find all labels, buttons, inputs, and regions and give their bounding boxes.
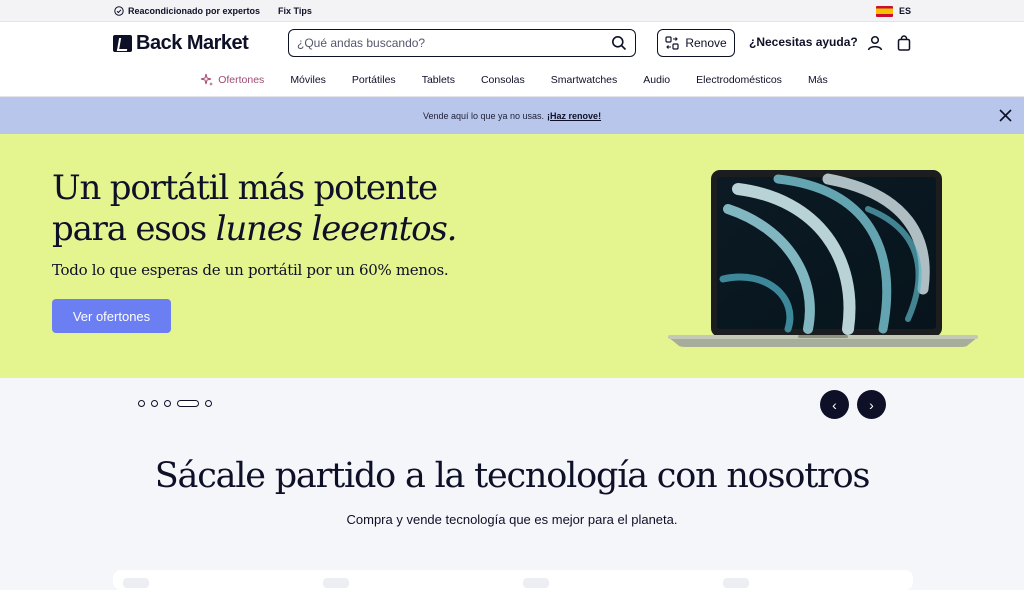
card-icon xyxy=(723,578,749,588)
feature-card[interactable] xyxy=(313,570,513,590)
back-market-logo[interactable]: Back Market xyxy=(113,31,249,54)
feature-cards-strip xyxy=(113,570,913,590)
carousel-dot-3[interactable] xyxy=(164,400,171,407)
section-subtitle: Compra y vende tecnología que es mejor p… xyxy=(346,512,678,527)
hero-title-line2: para esos xyxy=(52,209,216,249)
carousel-controls: ‹ › xyxy=(0,378,1024,430)
back-market-logo-icon xyxy=(113,34,132,52)
nav-item-mas[interactable]: Más xyxy=(808,74,828,86)
promo-banner: Vende aquí lo que ya no usas. ¡Haz renov… xyxy=(0,97,1024,134)
refurbished-label: Reacondicionado por expertos xyxy=(128,6,261,16)
search-input[interactable] xyxy=(297,36,611,50)
chevron-left-icon: ‹ xyxy=(832,396,837,413)
nav-item-portatiles[interactable]: Portátiles xyxy=(352,74,396,86)
promo-text: Vende aquí lo que ya no usas. xyxy=(422,110,545,121)
carousel-prev-button[interactable]: ‹ xyxy=(820,390,849,419)
card-icon xyxy=(123,578,149,588)
carousel-next-button[interactable]: › xyxy=(857,390,886,419)
feature-card[interactable] xyxy=(113,570,313,590)
renove-button[interactable]: Renove xyxy=(657,29,735,57)
laptop-image xyxy=(668,170,978,347)
logo-text: Back Market xyxy=(136,31,249,54)
user-icon[interactable] xyxy=(866,34,884,52)
nav-label: Móviles xyxy=(290,74,326,86)
nav-item-electrodomesticos[interactable]: Electrodomésticos xyxy=(696,74,782,86)
sparkle-icon xyxy=(201,73,214,86)
hero-title-italic: lunes leeentos. xyxy=(215,209,458,249)
nav-label: Tablets xyxy=(421,74,455,86)
language-label: ES xyxy=(899,6,912,16)
nav-label: Audio xyxy=(643,74,671,86)
language-selector[interactable]: ES xyxy=(876,0,911,22)
trade-in-icon xyxy=(665,36,679,50)
nav-item-moviles[interactable]: Móviles xyxy=(290,74,326,86)
section-title: Sácale partido a la tecnología con nosot… xyxy=(154,456,871,496)
shopping-bag-icon[interactable] xyxy=(895,34,913,52)
ver-ofertones-button[interactable]: Ver ofertones xyxy=(52,299,171,333)
carousel-dots xyxy=(138,400,212,407)
carousel-dot-4-active[interactable] xyxy=(177,400,199,407)
hero-title-line1: Un portátil más potente xyxy=(52,168,438,208)
nav-item-smartwatches[interactable]: Smartwatches xyxy=(551,74,618,86)
renove-label: Renove xyxy=(685,36,727,50)
card-icon xyxy=(523,578,549,588)
search-bar xyxy=(288,29,636,57)
nav-item-consolas[interactable]: Consolas xyxy=(481,74,525,86)
carousel-dot-2[interactable] xyxy=(151,400,158,407)
hero-title: Un portátil más potente para esos lunes … xyxy=(52,168,458,250)
nav-label: Ofertones xyxy=(218,74,265,86)
spain-flag-icon xyxy=(876,5,893,17)
check-circle-icon xyxy=(114,6,124,16)
nav-label: Smartwatches xyxy=(550,74,618,86)
nav-label: Consolas xyxy=(480,74,525,86)
top-utility-bar: Reacondicionado por expertos Fix Tips ES xyxy=(0,0,1024,22)
fix-tips-link[interactable]: Fix Tips xyxy=(278,6,312,16)
promo-link[interactable]: ¡Haz renove! xyxy=(547,111,601,121)
carousel-dot-5[interactable] xyxy=(205,400,212,407)
chevron-right-icon: › xyxy=(869,396,874,413)
feature-card[interactable] xyxy=(513,570,713,590)
hero-subtitle: Todo lo que esperas de un portátil por u… xyxy=(52,261,449,279)
main-header: Back Market Renove ¿Necesitas ayuda? xyxy=(0,22,1024,64)
nav-label: Electrodomésticos xyxy=(696,74,782,86)
card-icon xyxy=(323,578,349,588)
refurbished-badge[interactable]: Reacondicionado por expertos xyxy=(114,6,260,16)
hero-banner: Un portátil más potente para esos lunes … xyxy=(0,134,1024,378)
nav-label: Portátiles xyxy=(351,74,396,86)
help-link[interactable]: ¿Necesitas ayuda? xyxy=(749,35,858,49)
search-icon[interactable] xyxy=(611,35,627,51)
nav-label: Más xyxy=(807,74,828,86)
carousel-dot-1[interactable] xyxy=(138,400,145,407)
nav-item-audio[interactable]: Audio xyxy=(643,74,670,86)
nav-item-ofertones[interactable]: Ofertones xyxy=(200,73,264,87)
close-icon[interactable] xyxy=(998,108,1013,123)
category-nav: Ofertones Móviles Portátiles Tablets Con… xyxy=(0,64,1024,97)
nav-item-tablets[interactable]: Tablets xyxy=(422,74,455,86)
feature-card[interactable] xyxy=(713,570,913,590)
